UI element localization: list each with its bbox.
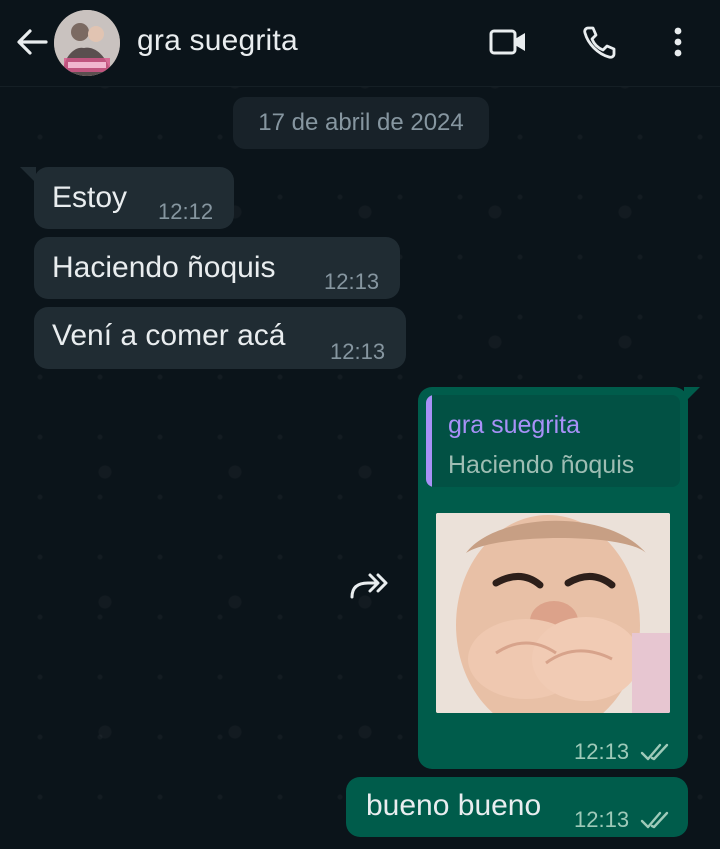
message-time: 12:13 <box>574 807 630 832</box>
contact-avatar[interactable] <box>54 10 120 76</box>
more-options-icon[interactable] <box>658 22 698 62</box>
message-text: bueno bueno <box>366 789 542 822</box>
message-time: 12:12 <box>158 199 214 224</box>
message-time: 12:13 <box>574 739 630 764</box>
message-text: Haciendo ñoquis <box>52 251 276 284</box>
chat-area[interactable]: 17 de abril de 2024 Estoy 12:12 Haciendo… <box>0 87 720 849</box>
quoted-message[interactable]: gra suegrita Haciendo ñoquis <box>426 395 680 487</box>
outgoing-reply-message[interactable]: gra suegrita Haciendo ñoquis 12:13 <box>418 387 688 769</box>
back-arrow-icon[interactable] <box>14 24 50 60</box>
message-time: 12:13 <box>324 269 380 294</box>
chat-header: gra suegrita <box>0 0 720 87</box>
outgoing-message[interactable]: bueno bueno 12:13 <box>346 777 688 837</box>
incoming-message[interactable]: Haciendo ñoquis 12:13 <box>34 237 400 299</box>
date-separator: 17 de abril de 2024 <box>233 97 489 149</box>
message-text: Vení a comer acá <box>52 319 286 352</box>
video-call-icon[interactable] <box>488 22 528 62</box>
message-photo[interactable] <box>436 513 670 713</box>
quoted-text: Haciendo ñoquis <box>448 451 635 479</box>
message-time: 12:13 <box>330 339 386 364</box>
message-text: Estoy <box>52 181 128 214</box>
quote-accent-bar <box>426 395 432 487</box>
double-check-icon <box>640 809 672 836</box>
incoming-message[interactable]: Vení a comer acá 12:13 <box>34 307 406 369</box>
forward-icon[interactable] <box>340 559 400 615</box>
double-check-icon <box>640 741 672 768</box>
quoted-author: gra suegrita <box>448 411 581 439</box>
incoming-message[interactable]: Estoy 12:12 <box>34 167 234 229</box>
phone-icon[interactable] <box>580 22 620 62</box>
contact-name[interactable]: gra suegrita <box>137 24 298 58</box>
date-separator-text: 17 de abril de 2024 <box>258 109 464 136</box>
